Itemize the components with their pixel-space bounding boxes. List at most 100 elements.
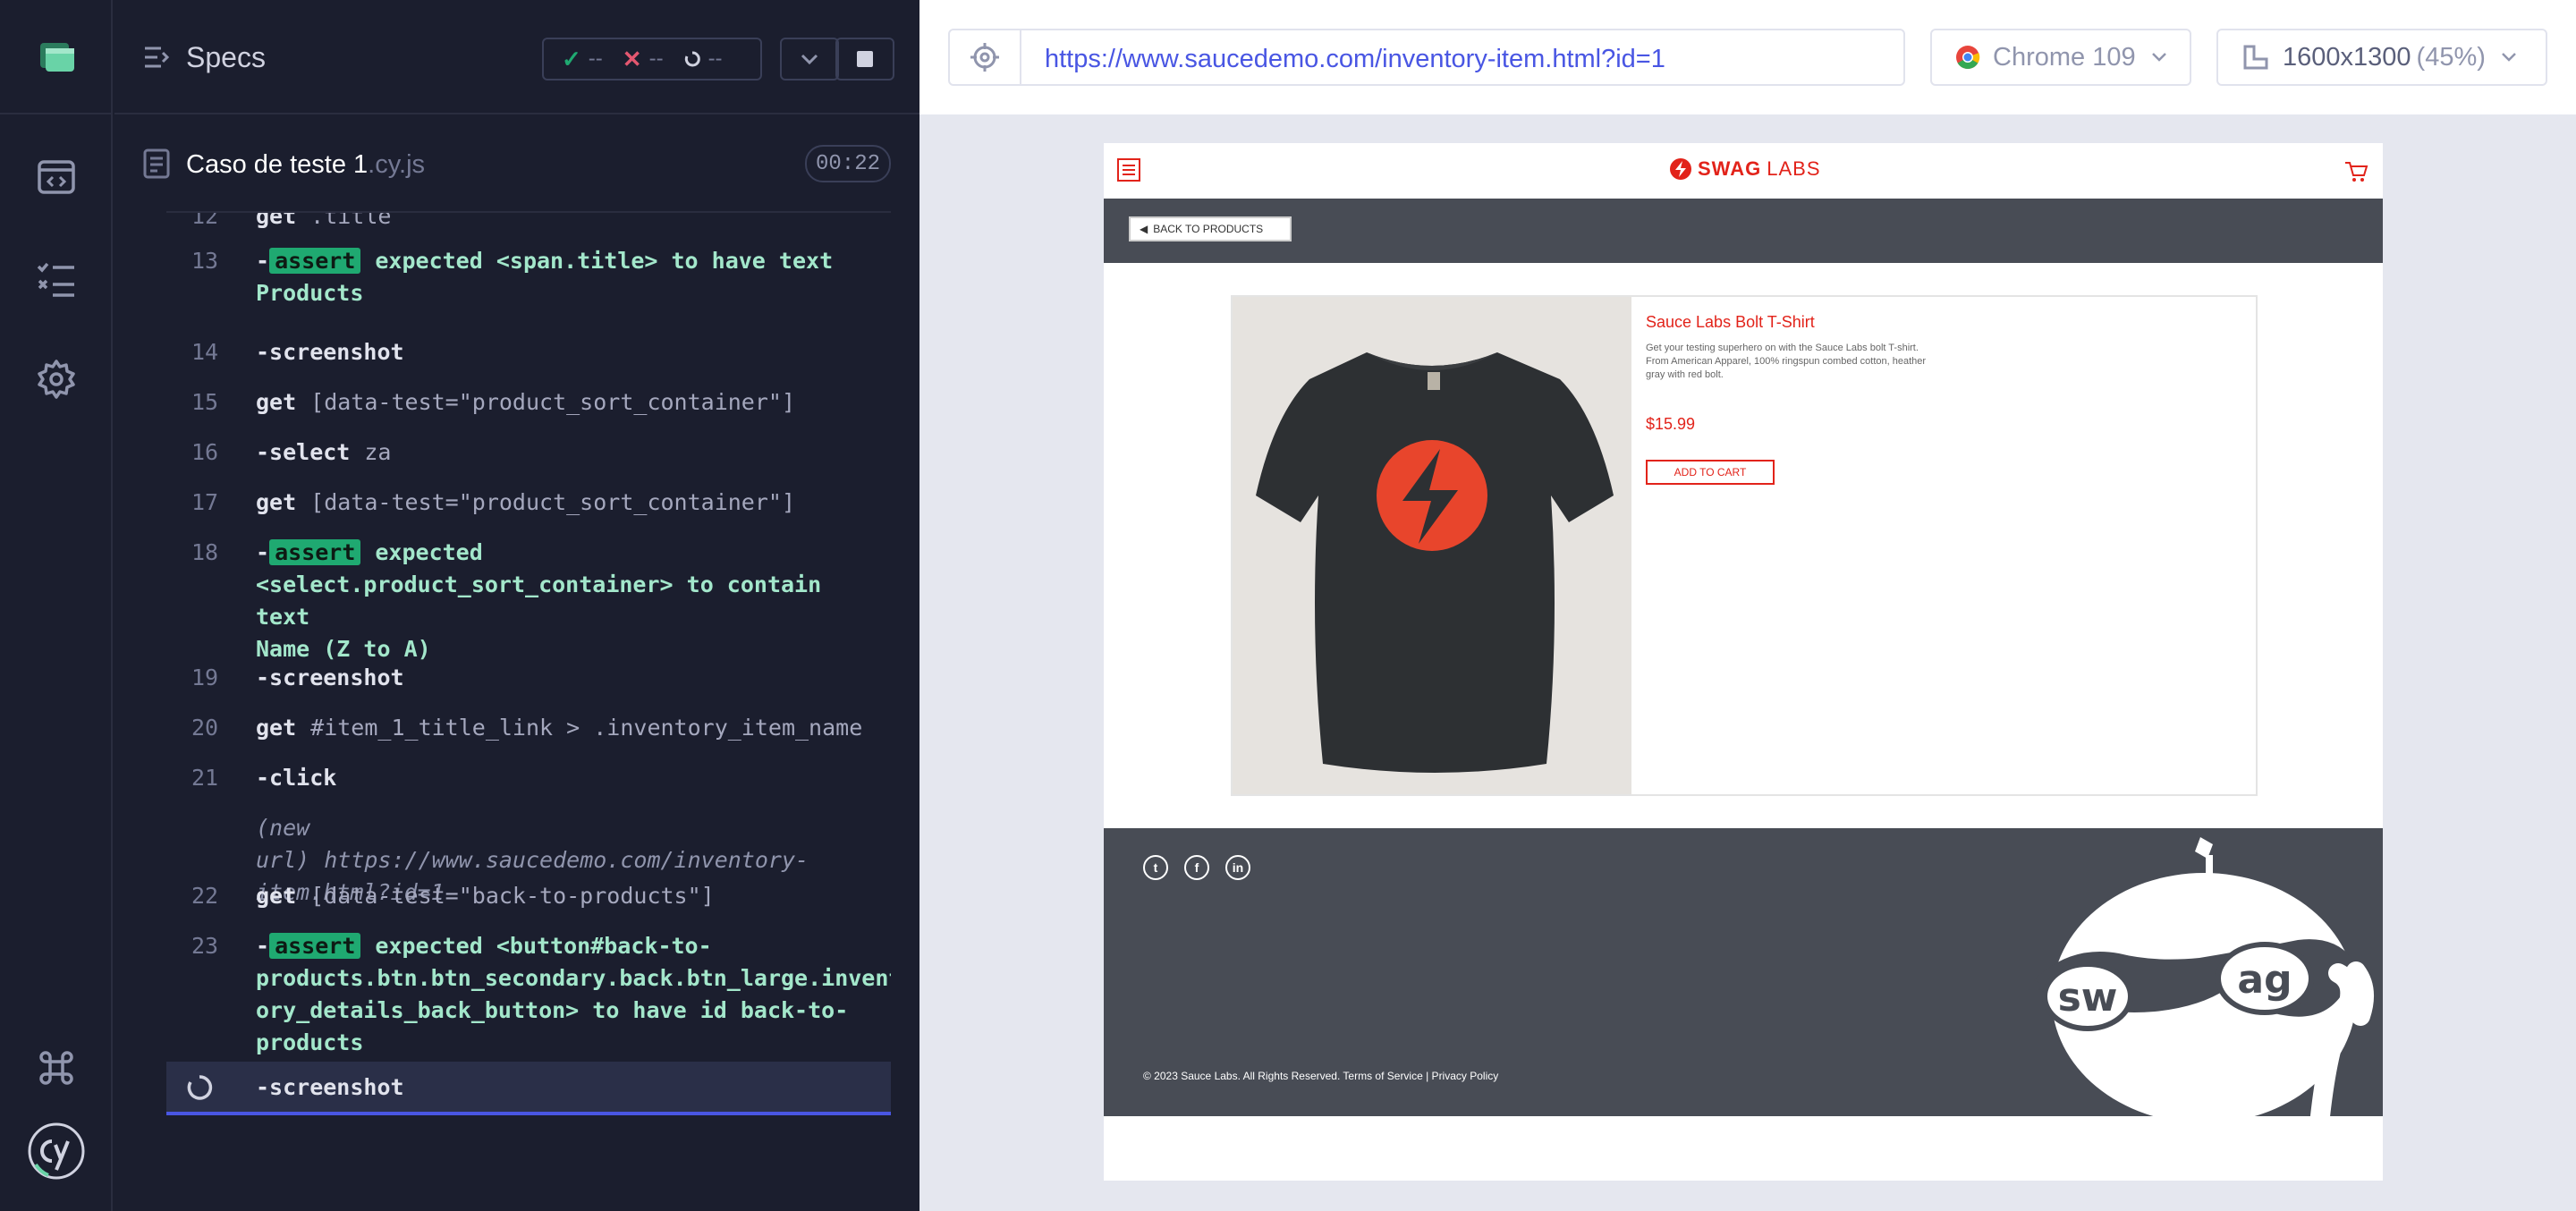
mascot-left-text: sw [2058, 975, 2118, 1020]
viewport-select[interactable]: 1600x1300 (45%) [2216, 29, 2547, 86]
assert-message: ory_details_back_button> to have id back… [256, 997, 849, 1023]
expand-all-button[interactable] [780, 38, 839, 80]
cart-icon[interactable] [2343, 159, 2368, 184]
command-text: -click [256, 762, 873, 794]
stop-icon [857, 51, 873, 67]
product-price: $15.99 [1646, 415, 1696, 433]
command-number: 16 [191, 439, 219, 465]
new-url-label: (new url) [256, 815, 310, 873]
passed-count: -- [588, 47, 603, 71]
specs-header: Specs ✓ -- ✕ -- -- [114, 0, 919, 114]
stop-button[interactable] [835, 38, 894, 80]
assert-message: products [256, 1029, 364, 1055]
specs-panel: Specs ✓ -- ✕ -- -- Caso de teste 1.cy.js 0… [114, 0, 1027, 1211]
keyboard-shortcuts-icon[interactable] [35, 1046, 78, 1089]
command-number: 17 [191, 489, 219, 515]
command-text: - assert expected <select.product_sort_cont… [256, 537, 873, 665]
pending-count: -- [708, 47, 723, 71]
viewport-scale: (45%) [2416, 42, 2486, 72]
document-icon [143, 148, 170, 179]
menu-icon[interactable] [1116, 157, 1141, 182]
command-log: 12 get .title 13- assert expected <span.title… [166, 211, 891, 1177]
command-name: get [256, 715, 297, 741]
command-argument: [data-test="product_sort_container"] [310, 489, 796, 515]
command-number: 20 [191, 715, 219, 741]
chrome-icon [1956, 46, 1980, 70]
pending-icon [684, 51, 700, 67]
inventory-details: Sauce Labs Bolt T-Shirt Get your testing… [1231, 295, 2258, 796]
dash: - [256, 933, 270, 959]
command-number: 19 [191, 665, 219, 690]
facebook-icon[interactable]: f [1184, 855, 1209, 880]
command-argument: [data-test="back-to-products"] [310, 883, 715, 909]
product-description: Get your testing superhero on with the S… [1646, 343, 1927, 380]
command-name: -select [256, 439, 351, 465]
specs-nav-icon[interactable] [35, 156, 78, 199]
assert-message: Products [256, 280, 364, 306]
rail-divider [0, 113, 113, 114]
specs-title: Specs [186, 41, 266, 73]
failed-count: -- [648, 47, 664, 71]
add-to-cart-button[interactable]: ADD TO CART [1646, 460, 1775, 485]
passed-stat: ✓ -- [562, 46, 603, 73]
spec-name: Caso de teste 1.cy.js [186, 150, 425, 180]
command-name: get [256, 883, 297, 909]
command-number: 12 [191, 211, 219, 229]
cross-icon: ✕ [622, 45, 642, 72]
command-text: get .title [256, 211, 873, 233]
runs-nav-icon[interactable] [35, 258, 78, 301]
cypress-app-icon[interactable] [35, 34, 78, 77]
logo-swag: SWAG [1698, 157, 1762, 180]
footer-copyright: © 2023 Sauce Labs. All Rights Reserved. … [1143, 1070, 1499, 1082]
command-text: - assert expected <button#back-to-products… [256, 930, 891, 1059]
collapse-specs-icon[interactable] [143, 45, 172, 70]
swag-labs-logo: SWAG LABS [1669, 157, 1821, 181]
linkedin-icon[interactable]: in [1225, 855, 1250, 880]
command-name: -screenshot [256, 1074, 404, 1100]
assert-message: products.btn.btn_secondary.back.btn_larg… [256, 965, 891, 991]
swag-footer: t f in © 2023 Sauce Labs. All Rights Res… [1104, 828, 2383, 1116]
dash: - [256, 248, 270, 274]
command-name: get [256, 211, 297, 229]
browser-toolbar: https://www.saucedemo.com/inventory-item… [919, 0, 2576, 114]
selector-playground-button[interactable] [950, 30, 1021, 84]
arrow-left-icon: ◀ [1140, 223, 1148, 235]
command-text: get [data-test="back-to-products"] [256, 880, 873, 912]
command-name: get [256, 389, 297, 415]
command-text: get #item_1_title_link > .inventory_item_… [256, 712, 873, 744]
cypress-logo-icon[interactable] [27, 1122, 86, 1181]
command-argument: za [364, 439, 392, 465]
loading-spinner-icon [187, 1075, 213, 1100]
browser-select[interactable]: Chrome 109 [1930, 29, 2191, 86]
browser-name: Chrome 109 [1993, 42, 2136, 72]
tshirt-image [1233, 297, 1631, 794]
command-argument: .title [310, 211, 392, 229]
command-text: -screenshot [256, 662, 873, 694]
spec-file-row[interactable]: Caso de teste 1.cy.js 00:22 [143, 140, 891, 186]
product-image [1233, 297, 1631, 794]
command-number: 22 [191, 883, 219, 909]
logo-labs: LABS [1767, 157, 1821, 180]
test-stats: ✓ -- ✕ -- -- [542, 38, 762, 80]
assert-message: expected <span.title> to have text [375, 248, 834, 274]
settings-gear-icon[interactable] [35, 358, 78, 401]
assert-message: <select.product_sort_container> to conta… [256, 572, 822, 630]
spec-title: Caso de teste 1 [186, 150, 369, 179]
command-number: 23 [191, 933, 219, 959]
assert-message: Name (Z to A) [256, 636, 431, 662]
bolt-logo-icon [1670, 158, 1691, 180]
chevron-down-icon [2151, 53, 2166, 62]
back-to-products-button[interactable]: ◀ BACK TO PRODUCTS [1129, 216, 1292, 241]
url-bar[interactable]: https://www.saucedemo.com/inventory-item… [948, 29, 1905, 86]
command-text: - assert expected <span.title> to have tex… [256, 245, 873, 309]
viewport-size: 1600x1300 [2283, 42, 2411, 72]
command-name: get [256, 489, 297, 515]
product-name: Sauce Labs Bolt T-Shirt [1646, 313, 1815, 331]
aut-panel: https://www.saucedemo.com/inventory-item… [919, 0, 2576, 1211]
secondary-header: ◀ BACK TO PRODUCTS [1104, 199, 2383, 263]
command-number: 15 [191, 389, 219, 415]
command-name: -screenshot [256, 339, 404, 365]
command-text: get [data-test="product_sort_container"] [256, 386, 873, 419]
twitter-icon[interactable]: t [1143, 855, 1168, 880]
command-text: get [data-test="product_sort_container"] [256, 487, 873, 519]
